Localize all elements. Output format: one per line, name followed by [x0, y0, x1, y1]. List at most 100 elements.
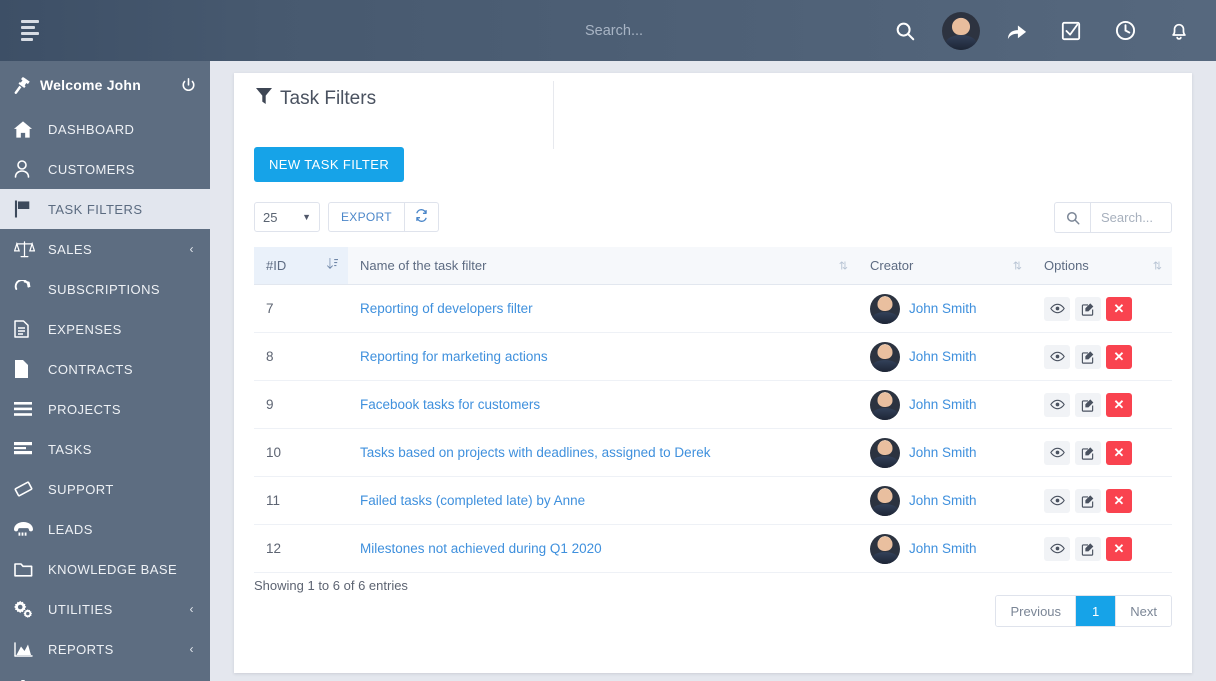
task-filter-link[interactable]: Failed tasks (completed late) by Anne [360, 493, 585, 508]
avatar [870, 485, 900, 516]
delete-button[interactable]: ✕ [1106, 392, 1132, 417]
page-length-select[interactable]: 25 ▼ [254, 202, 320, 232]
cell-id: 11 [254, 476, 348, 525]
new-task-filter-button[interactable]: NEW TASK FILTER [254, 147, 405, 182]
view-button[interactable] [1044, 440, 1070, 465]
search-icon[interactable] [888, 14, 922, 48]
avatar [870, 437, 900, 468]
pagination-previous[interactable]: Previous [996, 596, 1077, 626]
view-button[interactable] [1044, 344, 1070, 369]
search-input[interactable] [1090, 202, 1172, 233]
view-button[interactable] [1044, 392, 1070, 417]
scales-icon [14, 240, 48, 258]
sidebar-item-support[interactable]: SUPPORT [0, 469, 210, 509]
delete-button[interactable]: ✕ [1106, 488, 1132, 513]
view-button[interactable] [1044, 296, 1070, 321]
sidebar-item-label: SUPPORT [48, 481, 114, 497]
task-filter-link[interactable]: Reporting of developers filter [360, 301, 533, 316]
creator-link[interactable]: John Smith [909, 301, 977, 316]
task-filters-card: Task Filters NEW TASK FILTER 25 ▼ EXPORT [234, 73, 1192, 673]
search-icon[interactable] [1054, 202, 1090, 233]
sort-icon: ⇅ [1012, 260, 1022, 272]
edit-button[interactable] [1075, 488, 1101, 513]
sidebar-item-expenses[interactable]: EXPENSES [0, 309, 210, 349]
avatar [870, 293, 900, 324]
sidebar-item-sales[interactable]: SALES ‹ [0, 229, 210, 269]
cell-options: ✕ [1032, 476, 1172, 525]
chevron-left-icon: ‹ [189, 642, 194, 656]
delete-button[interactable]: ✕ [1106, 440, 1132, 465]
column-header-id[interactable]: #ID [254, 247, 348, 285]
cell-options: ✕ [1032, 284, 1172, 333]
task-filter-link[interactable]: Tasks based on projects with deadlines, … [360, 445, 710, 460]
sidebar-item-customers[interactable]: CUSTOMERS [0, 149, 210, 189]
pagination-page-1[interactable]: 1 [1076, 596, 1117, 626]
table-row[interactable]: 9 Facebook tasks for customers John Smit… [254, 380, 1172, 429]
table-row[interactable]: 11 Failed tasks (completed late) by Anne… [254, 476, 1172, 525]
column-header-options[interactable]: Options ⇅ [1032, 247, 1172, 285]
avatar [870, 389, 900, 420]
delete-button[interactable]: ✕ [1106, 344, 1132, 369]
edit-button[interactable] [1075, 392, 1101, 417]
sidebar-item-tasks[interactable]: TASKS [0, 429, 210, 469]
cell-creator: John Smith [858, 332, 1032, 381]
creator-link[interactable]: John Smith [909, 397, 977, 412]
sidebar-item-knowledge-base[interactable]: KNOWLEDGE BASE [0, 549, 210, 589]
avatar[interactable] [942, 11, 980, 50]
creator-link[interactable]: John Smith [909, 541, 977, 556]
list-icon [14, 402, 48, 416]
cell-options: ✕ [1032, 380, 1172, 429]
edit-button[interactable] [1075, 440, 1101, 465]
task-filter-link[interactable]: Reporting for marketing actions [360, 349, 548, 364]
task-board-icon [14, 441, 48, 457]
sidebar-item-contracts[interactable]: CONTRACTS [0, 349, 210, 389]
tasks-checkbox-icon[interactable] [1054, 14, 1088, 48]
view-button[interactable] [1044, 536, 1070, 561]
table-search-group [1054, 202, 1172, 233]
table-row[interactable]: 7 Reporting of developers filter John Sm… [254, 284, 1172, 333]
column-header-creator[interactable]: Creator ⇅ [858, 247, 1032, 285]
timer-clock-icon[interactable] [1108, 14, 1142, 48]
table-row[interactable]: 8 Reporting for marketing actions John S… [254, 332, 1172, 381]
column-header-name[interactable]: Name of the task filter ⇅ [348, 247, 858, 285]
edit-button[interactable] [1075, 536, 1101, 561]
cell-options: ✕ [1032, 428, 1172, 477]
sidebar-item-utilities[interactable]: UTILITIES ‹ [0, 589, 210, 629]
task-filter-link[interactable]: Facebook tasks for customers [360, 397, 540, 412]
table-row[interactable]: 12 Milestones not achieved during Q1 202… [254, 524, 1172, 573]
flag-icon [14, 200, 48, 218]
user-icon [14, 160, 48, 178]
sidebar-welcome: Welcome John [0, 61, 210, 109]
notifications-bell-icon[interactable] [1162, 14, 1196, 48]
creator-link[interactable]: John Smith [909, 349, 977, 364]
pagination-next[interactable]: Next [1116, 596, 1171, 626]
edit-button[interactable] [1075, 296, 1101, 321]
sidebar-item-task-filters[interactable]: TASK FILTERS [0, 189, 210, 229]
task-filter-link[interactable]: Milestones not achieved during Q1 2020 [360, 541, 602, 556]
cell-creator: John Smith [858, 428, 1032, 477]
pagination: Previous 1 Next [995, 595, 1172, 627]
card-header: Task Filters [234, 73, 1192, 149]
sidebar-item-reports[interactable]: REPORTS ‹ [0, 629, 210, 669]
view-button[interactable] [1044, 488, 1070, 513]
table-row[interactable]: 10 Tasks based on projects with deadline… [254, 428, 1172, 477]
sidebar-item-dashboard[interactable]: DASHBOARD [0, 109, 210, 149]
creator-link[interactable]: John Smith [909, 493, 977, 508]
delete-button[interactable]: ✕ [1106, 536, 1132, 561]
cell-name: Facebook tasks for customers [348, 380, 858, 429]
global-search-placeholder[interactable]: Search... [585, 0, 643, 61]
delete-button[interactable]: ✕ [1106, 296, 1132, 321]
share-icon[interactable] [1000, 14, 1034, 48]
edit-button[interactable] [1075, 344, 1101, 369]
home-icon [14, 120, 48, 138]
hammer-icon [14, 76, 40, 94]
refresh-button[interactable] [404, 202, 439, 232]
sidebar-item-setup[interactable]: SETUP [0, 669, 210, 681]
sidebar-item-projects[interactable]: PROJECTS [0, 389, 210, 429]
hamburger-icon[interactable] [0, 0, 60, 61]
sidebar-item-leads[interactable]: LEADS [0, 509, 210, 549]
power-icon[interactable] [181, 77, 196, 93]
sidebar-item-subscriptions[interactable]: SUBSCRIPTIONS [0, 269, 210, 309]
export-button[interactable]: EXPORT [328, 202, 405, 232]
creator-link[interactable]: John Smith [909, 445, 977, 460]
